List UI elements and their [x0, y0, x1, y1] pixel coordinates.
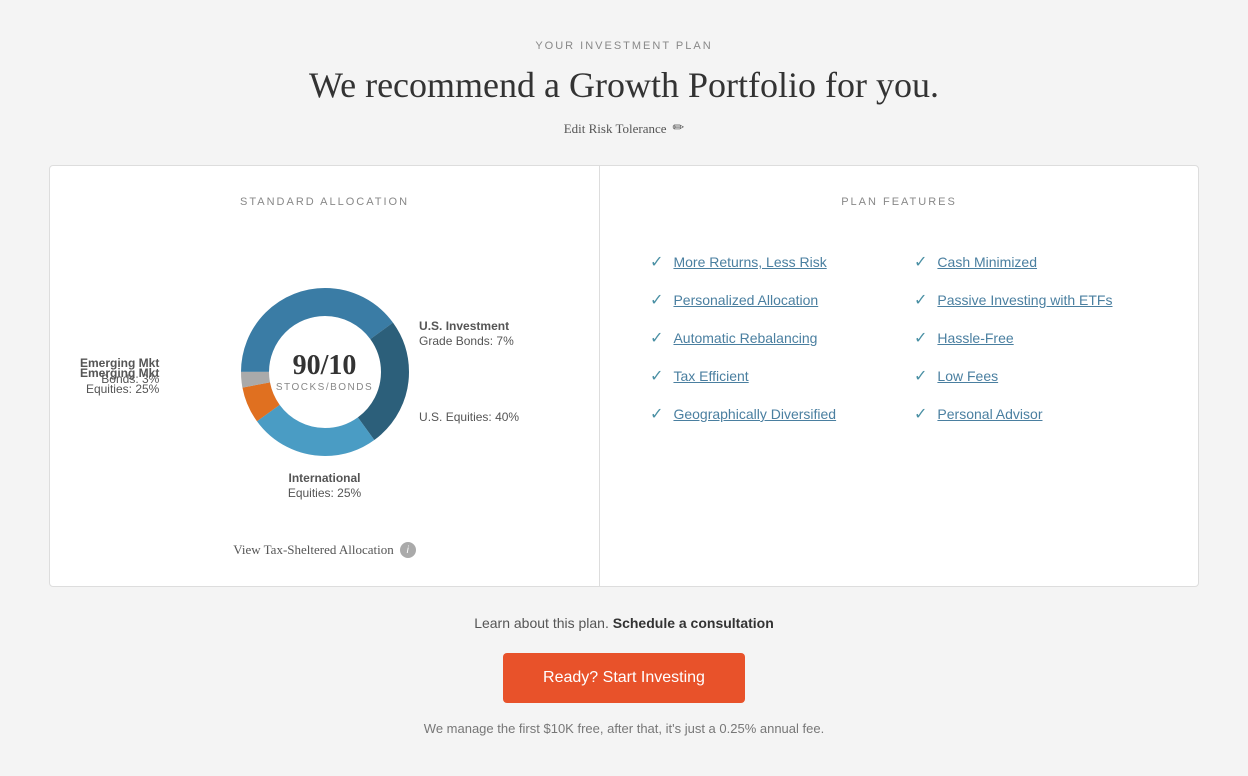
label-intl-equities: InternationalEquities: 25% — [288, 471, 361, 502]
view-tax-link[interactable]: View Tax-Sheltered Allocation i — [80, 542, 569, 558]
feature-text-3[interactable]: Automatic Rebalancing — [673, 330, 817, 346]
feature-text-6[interactable]: Cash Minimized — [937, 254, 1037, 270]
check-icon-7: ✓ — [914, 290, 927, 310]
footer-section: Learn about this plan. Schedule a consul… — [424, 615, 824, 736]
main-title: We recommend a Growth Portfolio for you. — [309, 64, 939, 106]
feature-item-5: ✓ Geographically Diversified — [650, 404, 884, 424]
check-icon-4: ✓ — [650, 366, 663, 386]
feature-item-7: ✓ Passive Investing with ETFs — [914, 290, 1148, 310]
feature-text-4[interactable]: Tax Efficient — [673, 368, 748, 384]
page-wrapper: YOUR INVESTMENT PLAN We recommend a Grow… — [0, 0, 1248, 776]
check-icon-2: ✓ — [650, 290, 663, 310]
check-icon-5: ✓ — [650, 404, 663, 424]
feature-item-6: ✓ Cash Minimized — [914, 252, 1148, 272]
section-label: YOUR INVESTMENT PLAN — [535, 40, 712, 52]
feature-text-2[interactable]: Personalized Allocation — [673, 292, 818, 308]
schedule-link[interactable]: Schedule a consultation — [613, 615, 774, 631]
label-us-inv-bonds: U.S. InvestmentGrade Bonds: 7% — [419, 319, 569, 350]
check-icon-9: ✓ — [914, 366, 927, 386]
edit-risk-label: Edit Risk Tolerance — [564, 121, 667, 137]
check-icon-10: ✓ — [914, 404, 927, 424]
feature-text-1[interactable]: More Returns, Less Risk — [673, 254, 826, 270]
feature-item-3: ✓ Automatic Rebalancing — [650, 328, 884, 348]
pencil-icon: ✏ — [673, 120, 685, 137]
label-emkt-equities: Emerging MktEquities: 25% — [80, 366, 159, 397]
features-grid: ✓ More Returns, Less Risk ✓ Cash Minimiz… — [630, 232, 1168, 444]
feature-item-1: ✓ More Returns, Less Risk — [650, 252, 884, 272]
check-icon-6: ✓ — [914, 252, 927, 272]
fee-text: We manage the first $10K free, after tha… — [424, 721, 824, 736]
feature-item-2: ✓ Personalized Allocation — [650, 290, 884, 310]
allocation-panel: STANDARD ALLOCATION Emerging MktBonds: 3… — [49, 165, 600, 587]
feature-item-8: ✓ Hassle-Free — [914, 328, 1148, 348]
info-icon: i — [400, 542, 416, 558]
panels-row: STANDARD ALLOCATION Emerging MktBonds: 3… — [49, 165, 1199, 587]
learn-text: Learn about this plan. Schedule a consul… — [424, 615, 824, 631]
donut-sublabel: STOCKS/BONDS — [276, 382, 373, 393]
donut-center: 90/10 STOCKS/BONDS — [276, 351, 373, 393]
allocation-panel-title: STANDARD ALLOCATION — [80, 196, 569, 208]
label-us-equities: U.S. Equities: 40% — [419, 410, 569, 426]
check-icon-1: ✓ — [650, 252, 663, 272]
donut-chart: 90/10 STOCKS/BONDS — [225, 272, 425, 472]
feature-text-10[interactable]: Personal Advisor — [937, 406, 1042, 422]
chart-area: Emerging MktBonds: 3% Emerging MktEquiti… — [80, 232, 569, 512]
check-icon-3: ✓ — [650, 328, 663, 348]
check-icon-8: ✓ — [914, 328, 927, 348]
feature-item-4: ✓ Tax Efficient — [650, 366, 884, 386]
view-tax-label: View Tax-Sheltered Allocation — [233, 542, 394, 558]
donut-ratio: 90/10 — [276, 351, 373, 382]
feature-item-10: ✓ Personal Advisor — [914, 404, 1148, 424]
feature-text-5[interactable]: Geographically Diversified — [673, 406, 836, 422]
edit-risk-link[interactable]: Edit Risk Tolerance ✏ — [564, 120, 685, 137]
features-panel: PLAN FEATURES ✓ More Returns, Less Risk … — [599, 165, 1199, 587]
feature-text-8[interactable]: Hassle-Free — [937, 330, 1013, 346]
feature-item-9: ✓ Low Fees — [914, 366, 1148, 386]
feature-text-9[interactable]: Low Fees — [937, 368, 998, 384]
feature-text-7[interactable]: Passive Investing with ETFs — [937, 292, 1112, 308]
start-investing-button[interactable]: Ready? Start Investing — [503, 653, 745, 703]
features-panel-title: PLAN FEATURES — [630, 196, 1168, 208]
